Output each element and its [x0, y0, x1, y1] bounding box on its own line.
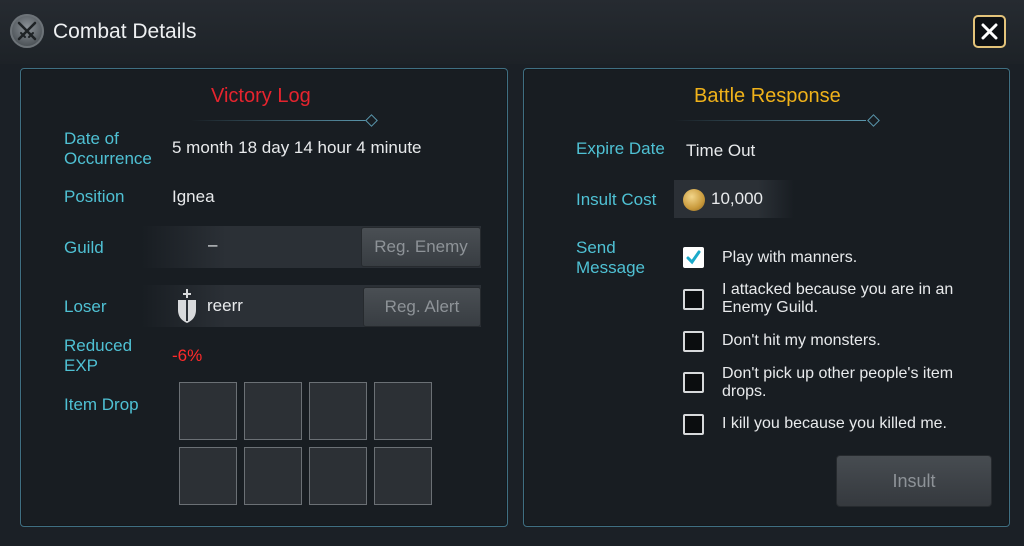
expire-date-label: Expire Date: [576, 139, 665, 158]
victory-log-panel: Victory Log Date of Occurrence 5 month 1…: [20, 68, 508, 527]
loser-value: reerr: [207, 296, 243, 315]
message-text: I attacked because you are in an Enemy G…: [722, 281, 954, 316]
victory-log-title: Victory Log: [211, 85, 311, 107]
loser-label: Loser: [64, 297, 107, 316]
date-label: Date of Occurrence: [64, 129, 152, 168]
insult-cost-value: 10,000: [711, 189, 763, 208]
message-checkbox[interactable]: [683, 331, 704, 352]
item-slot[interactable]: [244, 382, 302, 440]
reduced-exp-label: Reduced EXP: [64, 336, 133, 375]
battle-response-title: Battle Response: [694, 85, 841, 107]
item-slot[interactable]: [374, 447, 432, 505]
checkmark-icon: [686, 250, 701, 265]
position-label: Position: [64, 187, 125, 206]
guild-value: –: [208, 235, 218, 254]
title-divider: [674, 120, 866, 121]
message-text: Don't hit my monsters.: [722, 332, 881, 349]
item-slot[interactable]: [374, 382, 432, 440]
message-checkbox[interactable]: [683, 414, 704, 435]
message-checkbox[interactable]: [683, 372, 704, 393]
crossed-swords-icon: [10, 14, 44, 48]
insult-cost-label: Insult Cost: [576, 190, 657, 209]
window-title: Combat Details: [53, 20, 197, 43]
close-button[interactable]: [973, 15, 1006, 48]
expire-date-value: Time Out: [686, 141, 756, 160]
item-slot[interactable]: [244, 447, 302, 505]
sword-shield-icon: [176, 288, 198, 324]
reg-enemy-button[interactable]: Reg. Enemy: [361, 227, 481, 267]
item-slot[interactable]: [179, 447, 237, 505]
insult-button[interactable]: Insult: [836, 455, 992, 507]
reduced-exp-value: -6%: [172, 346, 203, 365]
title-diamond-ornament: [365, 114, 378, 127]
gold-coin-icon: [683, 189, 705, 211]
message-text: Don't pick up other people's item drops.: [722, 365, 954, 400]
message-checkbox[interactable]: [683, 289, 704, 310]
battle-response-panel: Battle Response Expire Date Time Out Ins…: [523, 68, 1010, 527]
guild-label: Guild: [64, 238, 104, 257]
title-bar: Combat Details: [0, 0, 1024, 64]
date-value: 5 month 18 day 14 hour 4 minute: [172, 138, 422, 157]
item-slot[interactable]: [179, 382, 237, 440]
item-drop-label: Item Drop: [64, 395, 139, 414]
close-icon: [981, 23, 998, 40]
title-divider: [191, 120, 369, 121]
position-value: Ignea: [172, 187, 215, 206]
message-text: Play with manners.: [722, 249, 858, 266]
title-diamond-ornament: [867, 114, 880, 127]
message-text: I kill you because you killed me.: [722, 415, 947, 432]
item-slot[interactable]: [309, 447, 367, 505]
message-checkbox[interactable]: [683, 247, 704, 268]
send-message-label: Send Message: [576, 238, 645, 277]
item-slot[interactable]: [309, 382, 367, 440]
reg-alert-button[interactable]: Reg. Alert: [363, 287, 481, 327]
